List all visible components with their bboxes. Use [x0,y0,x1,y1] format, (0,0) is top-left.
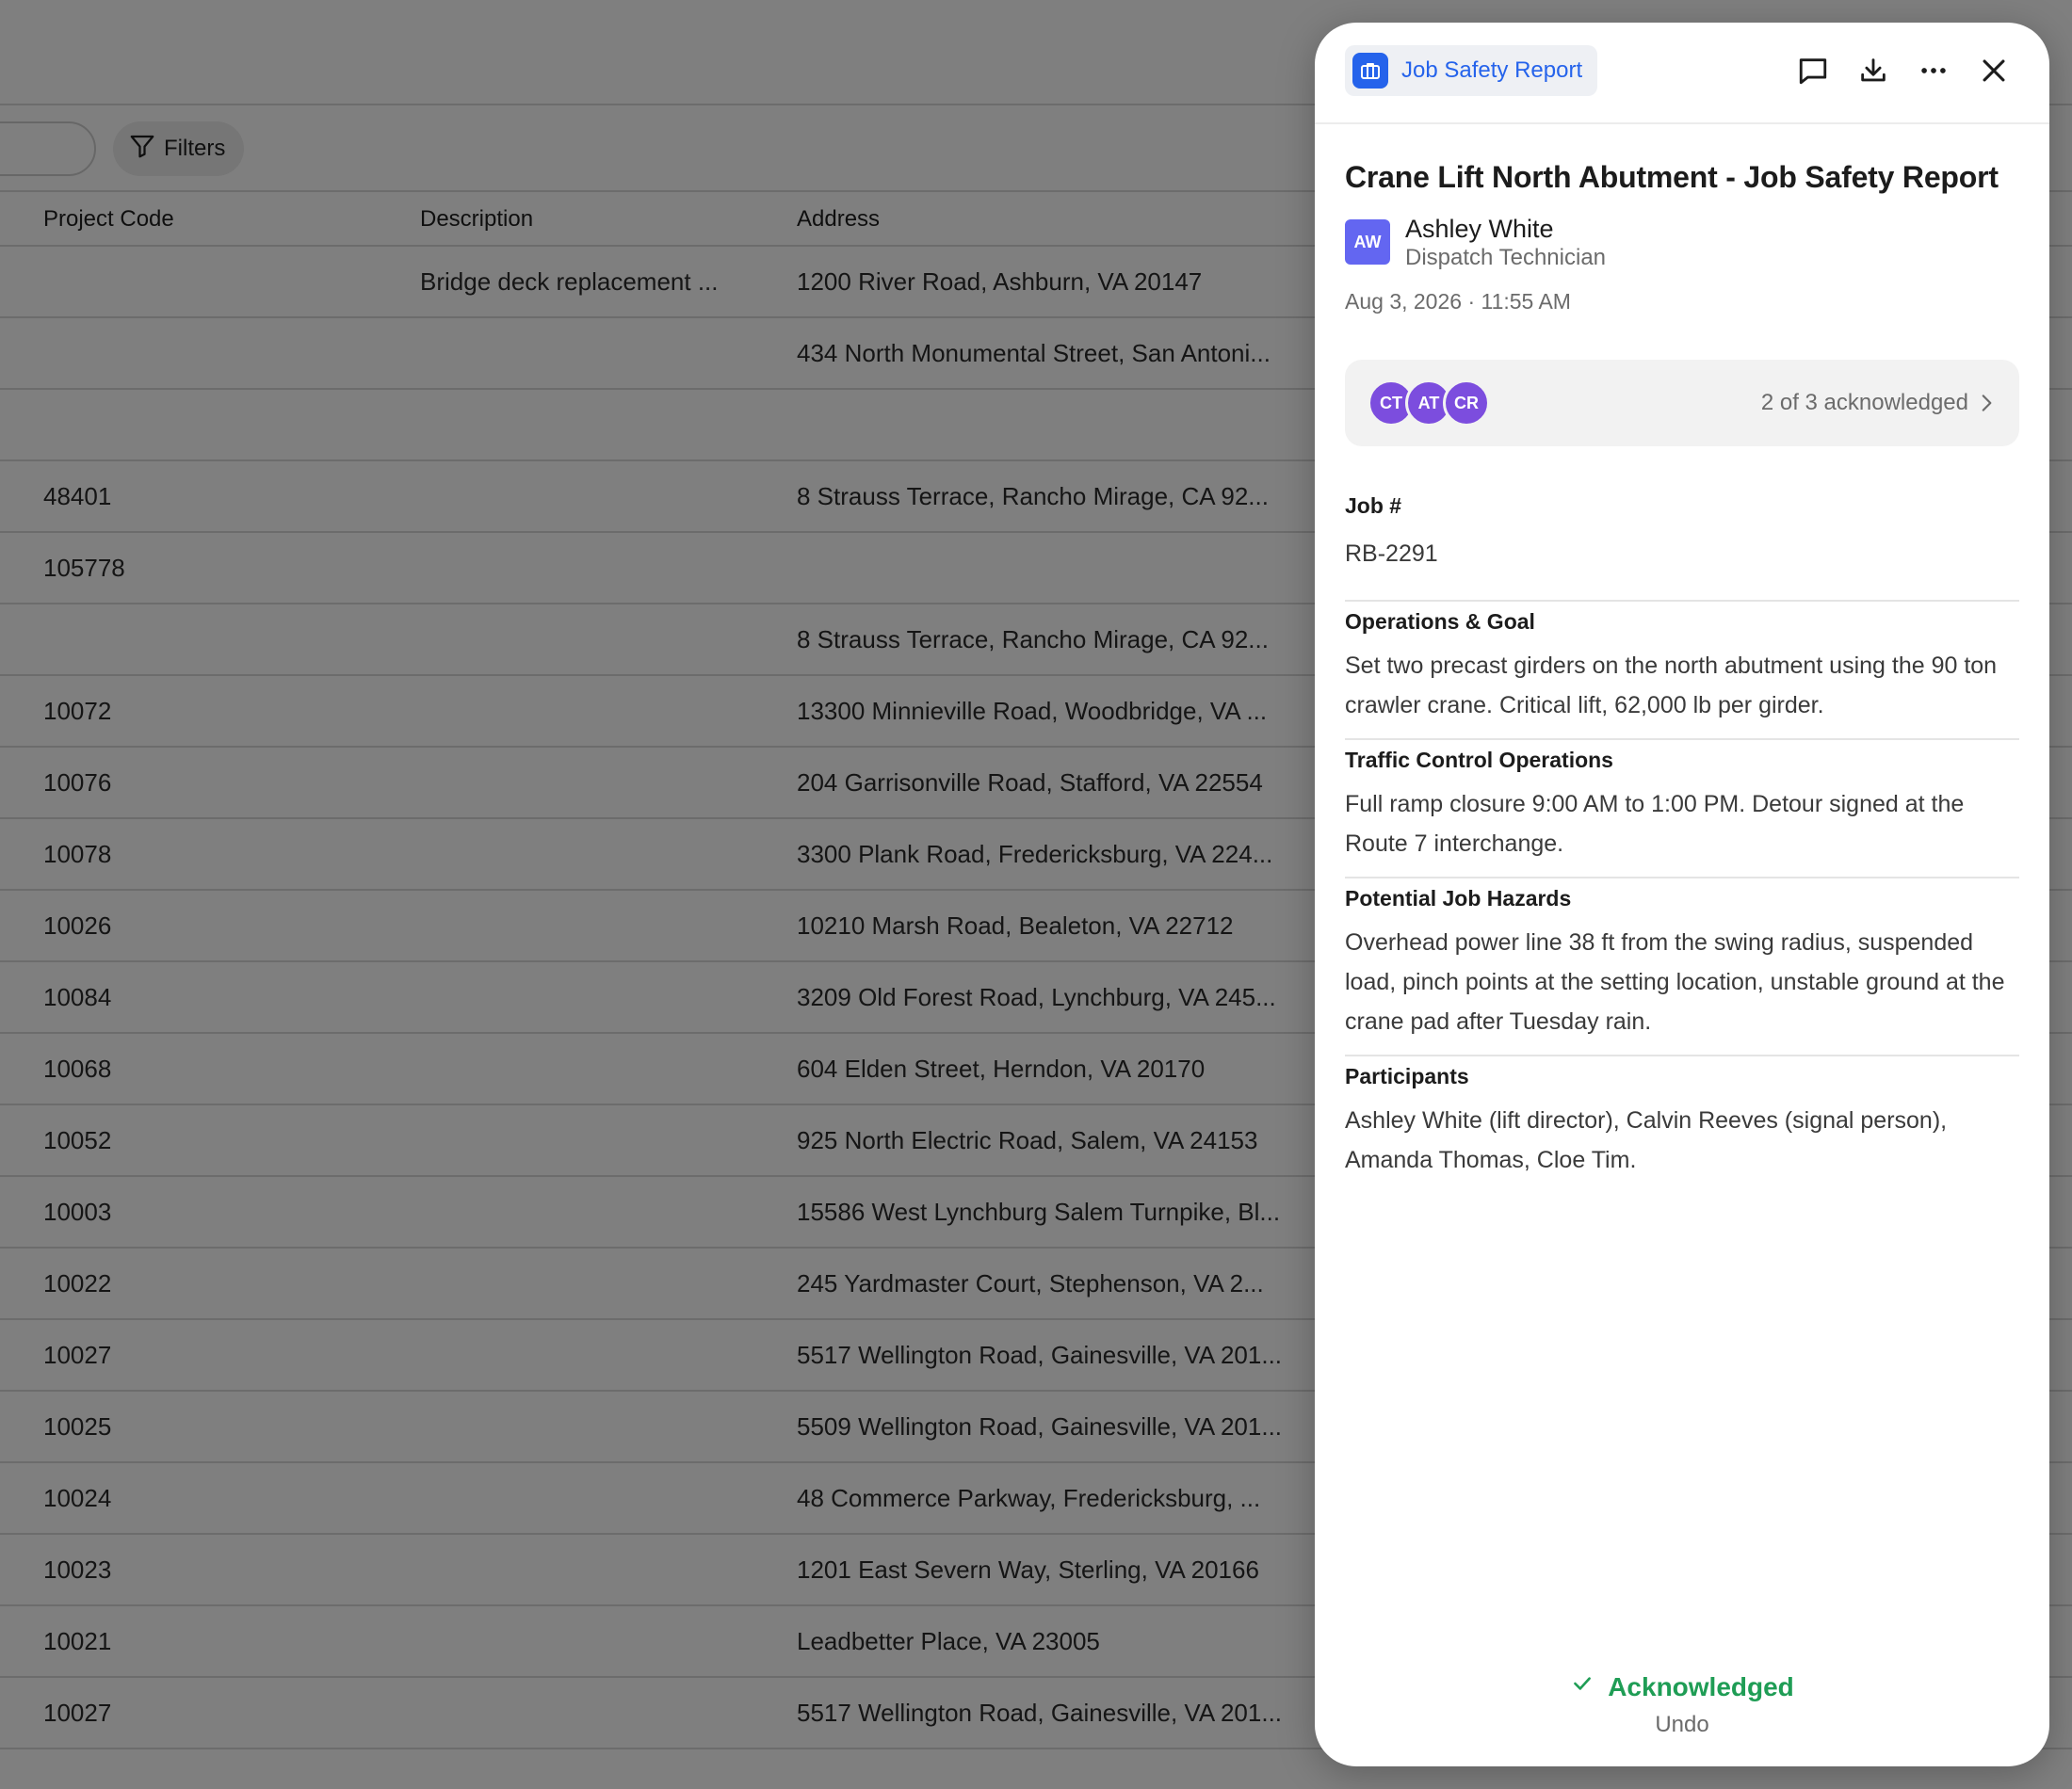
field-operations-goal: Operations & Goal Set two precast girder… [1345,602,2019,740]
field-label: Job # [1345,493,1402,518]
acknowledgement-avatars: CT AT CR [1368,379,1490,427]
field-label: Operations & Goal [1345,609,1535,634]
undo-button[interactable]: Undo [1315,1712,2049,1738]
author-name: Ashley White [1405,215,1554,243]
field-traffic-control: Traffic Control Operations Full ramp clo… [1345,740,2019,878]
drawer-content: Crane Lift North Abutment - Job Safety R… [1345,124,2019,1193]
field-value: Ashley White (lift director), Calvin Ree… [1345,1107,1948,1173]
drawer-header: Job Safety Report [1315,23,2049,124]
field-value: Full ramp closure 9:00 AM to 1:00 PM. De… [1345,791,1965,857]
field-value: RB-2291 [1345,540,1438,567]
report-title: Crane Lift North Abutment - Job Safety R… [1345,160,1999,194]
download-icon[interactable] [1855,53,1891,89]
report-type-chip[interactable]: Job Safety Report [1345,45,1598,96]
drawer-footer: Acknowledged Undo [1315,1671,2049,1738]
field-value: Overhead power line 38 ft from the swing… [1345,929,2005,1035]
acknowledgement-card[interactable]: CT AT CR 2 of 3 acknowledged [1345,360,2019,446]
field-job-hazards: Potential Job Hazards Overhead power lin… [1345,878,2019,1056]
close-icon[interactable] [1976,53,2012,89]
field-label: Participants [1345,1064,1469,1088]
field-participants: Participants Ashley White (lift director… [1345,1056,2019,1193]
report-type-label: Job Safety Report [1401,57,1583,83]
report-date: Aug 3, 2026 · 11:55 AM [1345,289,1571,314]
author-role: Dispatch Technician [1405,245,1607,270]
acknowledged-label: Acknowledged [1608,1671,1794,1701]
author-avatar: AW [1345,219,1390,265]
field-label: Traffic Control Operations [1345,748,1613,772]
job-safety-report-drawer: Job Safety Report Crane Lift North Abutm… [1315,23,2049,1766]
chevron-right-icon [1974,391,1999,415]
drawer-actions [1795,53,2012,89]
more-icon[interactable] [1916,53,1951,89]
author-row: AW Ashley White Dispatch Technician [1345,214,2019,272]
check-icon [1570,1671,1594,1702]
field-label: Potential Job Hazards [1345,886,1572,911]
comment-icon[interactable] [1795,53,1831,89]
avatar: CR [1443,379,1490,427]
briefcase-icon [1352,53,1388,89]
field-value: Set two precast girders on the north abu… [1345,653,1998,718]
acknowledgement-summary: 2 of 3 acknowledged [1760,390,1968,415]
acknowledged-status: Acknowledged [1570,1671,1794,1702]
field-job-number: Job # RB-2291 [1345,493,2019,602]
